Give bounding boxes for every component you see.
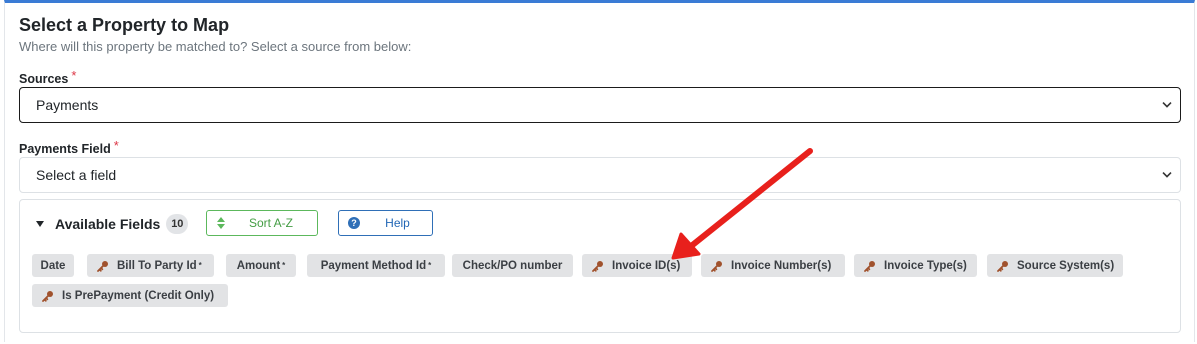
field-chip-label: Invoice ID(s) [612,259,681,272]
field-chip[interactable]: Payment Method Id * [307,254,445,277]
page-subtitle: Where will this property be matched to? … [19,39,412,54]
field-chip[interactable]: Invoice ID(s) [582,254,692,277]
sources-select[interactable]: Payments [19,87,1181,123]
help-icon: ? [339,217,369,229]
key-icon [592,260,604,272]
field-chip[interactable]: Invoice Type(s) [854,254,977,277]
field-chip[interactable]: Bill To Party Id * [87,254,214,277]
field-chip[interactable]: Check/PO number [452,254,573,277]
payments-field-label-text: Payments Field [19,142,111,156]
key-icon [997,260,1009,272]
required-marker: * [282,261,286,270]
sort-az-button[interactable]: Sort A-Z [206,210,318,236]
field-chip-label: Source System(s) [1017,259,1115,272]
payments-field-placeholder: Select a field [36,167,117,183]
chevron-down-icon [1162,172,1172,178]
chevron-down-icon [1162,102,1172,108]
caret-down-icon [36,221,44,227]
field-chip-label: Date [40,259,66,272]
field-chip-label: Invoice Type(s) [884,259,967,272]
required-marker: * [428,261,432,270]
sources-label-text: Sources [19,72,69,86]
field-chip[interactable]: Amount * [226,254,296,277]
available-fields-count-badge: 10 [166,214,189,234]
field-chip[interactable]: Source System(s) [987,254,1123,277]
available-fields-panel: Available Fields 10 Sort A-Z ? Help Date… [19,199,1181,333]
field-chip[interactable]: Date [32,254,74,277]
key-icon [711,260,723,272]
available-fields-toggle[interactable]: Available Fields 10 [36,214,189,234]
help-icon-glyph: ? [348,217,360,229]
help-label: Help [385,216,410,230]
field-chip-label: Payment Method Id [320,259,427,272]
key-icon [864,260,876,272]
field-chip[interactable]: Invoice Number(s) [701,254,845,277]
sort-az-label: Sort A-Z [248,216,293,230]
sort-icon [207,217,235,229]
field-chip[interactable]: Is PrePayment (Credit Only) [32,284,228,307]
key-icon [97,260,109,272]
field-chip-label: Is PrePayment (Credit Only) [62,289,215,302]
sources-select-value: Payments [36,97,99,113]
available-fields-label: Available Fields [55,216,161,232]
page-title: Select a Property to Map [19,15,230,35]
field-chip-label: Check/PO number [462,259,563,272]
field-chip-label: Invoice Number(s) [731,259,832,272]
required-marker: * [113,138,119,153]
help-button[interactable]: ? Help [338,210,433,236]
sources-label: Sources * [19,68,76,86]
field-chip-label: Bill To Party Id [117,259,197,272]
required-marker: * [71,68,77,83]
field-chip-label: Amount [236,259,281,272]
property-mapping-card: Select a Property to Map Where will this… [4,0,1195,342]
required-marker: * [198,261,202,270]
payments-field-label: Payments Field * [19,138,119,156]
payments-field-select[interactable]: Select a field [19,157,1181,193]
key-icon [42,290,54,302]
